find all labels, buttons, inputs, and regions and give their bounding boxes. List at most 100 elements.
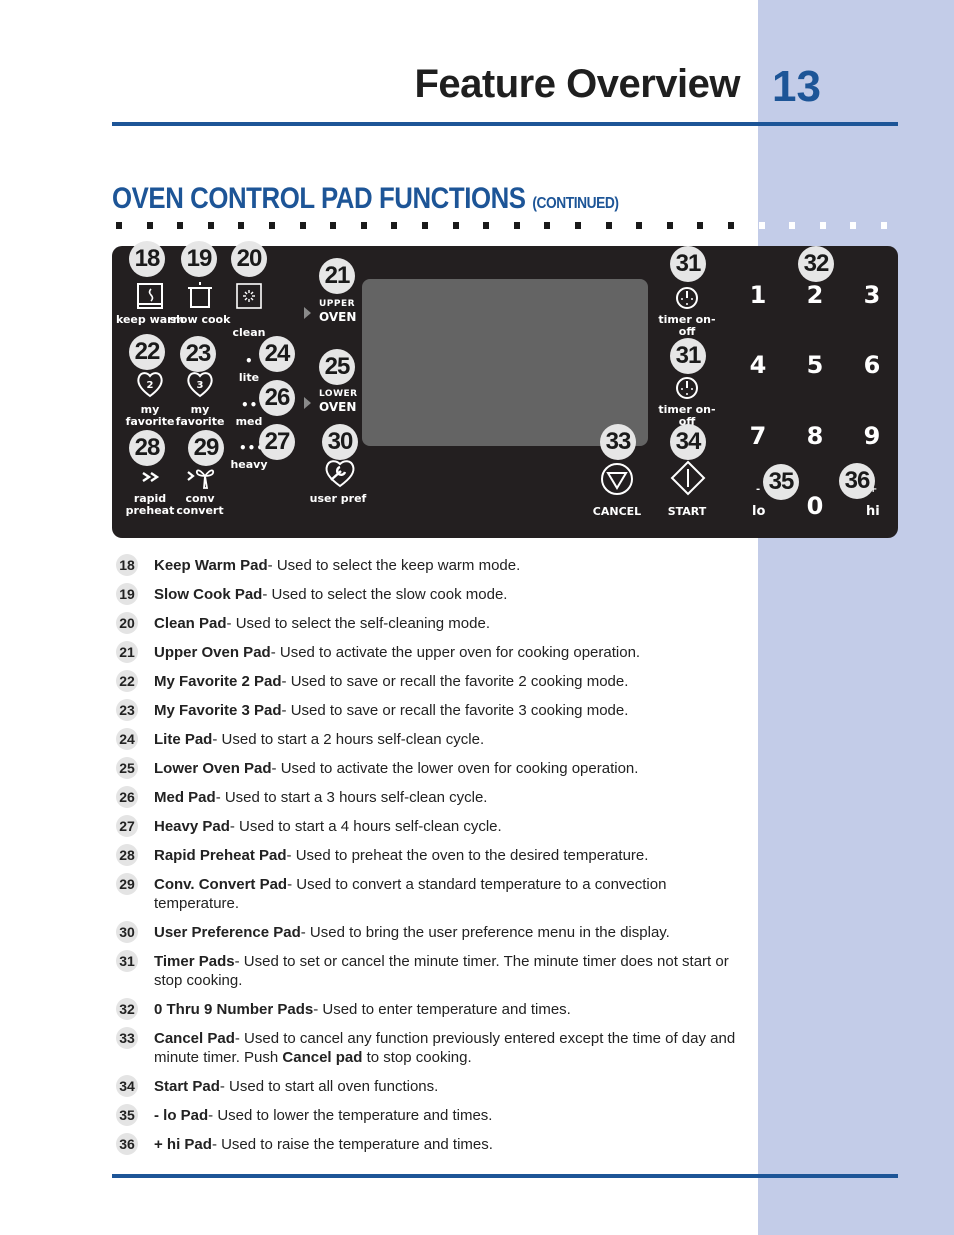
keep-warm-icon[interactable]: [136, 282, 164, 315]
item-description: - Used to set or cancel the minute timer…: [154, 953, 729, 989]
keypad-0[interactable]: 0: [800, 492, 830, 520]
clean-icon[interactable]: [235, 282, 263, 315]
divider-dot: [758, 222, 765, 229]
keypad-2[interactable]: 2: [800, 281, 830, 309]
list-item: 29 Conv. Convert Pad- Used to convert a s…: [116, 873, 746, 913]
keypad-5[interactable]: 5: [800, 351, 830, 379]
pad-function-list: 18 Keep Warm Pad- Used to select the keep…: [116, 554, 746, 1164]
divider-dot: [544, 222, 551, 229]
list-item: 22 My Favorite 2 Pad- Used to save or rec…: [116, 670, 746, 692]
cancel-label[interactable]: CANCEL: [582, 506, 652, 518]
callout-30: 30: [322, 424, 358, 460]
hi-label[interactable]: hi: [866, 504, 880, 519]
keypad-7[interactable]: 7: [743, 422, 773, 450]
item-description: - Used to select the keep warm mode.: [267, 557, 521, 574]
item-name: + hi Pad: [154, 1136, 212, 1153]
list-item: 32 0 Thru 9 Number Pads- Used to enter te…: [116, 998, 746, 1020]
item-emphasis: Cancel pad: [282, 1049, 363, 1066]
favorite-3-heart-icon[interactable]: 3: [185, 370, 215, 403]
item-number-badge: 36: [116, 1133, 138, 1155]
favorite-2-heart-icon[interactable]: 2: [135, 370, 165, 403]
timer-1-label: timer on-off: [658, 313, 716, 338]
lower-oven-label[interactable]: OVEN: [319, 400, 356, 414]
keypad-9[interactable]: 9: [857, 422, 887, 450]
callout-29: 29: [188, 430, 224, 466]
item-description-cont: to stop cooking.: [362, 1049, 472, 1066]
item-number-badge: 32: [116, 998, 138, 1020]
page-title: Feature Overview: [414, 62, 741, 106]
start-label[interactable]: START: [652, 506, 722, 518]
callout-28: 28: [129, 430, 165, 466]
list-item: 26 Med Pad- Used to start a 3 hours self-…: [116, 786, 746, 808]
list-item: 33 Cancel Pad- Used to cancel any functio…: [116, 1027, 746, 1067]
item-number-badge: 26: [116, 786, 138, 808]
divider-dot: [819, 222, 826, 229]
conv-convert-label: conv convert: [176, 492, 224, 517]
divider-dot: [789, 222, 796, 229]
divider-dot: [330, 222, 337, 229]
list-item: 27 Heavy Pad- Used to start a 4 hours sel…: [116, 815, 746, 837]
item-number-badge: 29: [116, 873, 138, 895]
callout-32: 32: [798, 246, 834, 282]
start-icon[interactable]: [670, 460, 706, 501]
section-title: OVEN CONTROL PAD FUNCTIONS (CONTINUED): [112, 182, 619, 216]
item-number-badge: 35: [116, 1104, 138, 1126]
keypad-3[interactable]: 3: [857, 281, 887, 309]
item-description: - Used to start all oven functions.: [219, 1078, 439, 1095]
item-number-badge: 30: [116, 921, 138, 943]
heavy-label[interactable]: heavy: [214, 459, 284, 471]
list-item: 23 My Favorite 3 Pad- Used to save or rec…: [116, 699, 746, 721]
divider-dot: [697, 222, 704, 229]
section-continued: (CONTINUED): [532, 195, 619, 212]
callout-18: 18: [129, 241, 165, 277]
upper-oven-label[interactable]: OVEN: [319, 310, 356, 324]
item-name: Timer Pads: [154, 953, 235, 970]
item-name: Slow Cook Pad: [154, 586, 263, 603]
slow-cook-icon[interactable]: [186, 280, 214, 315]
item-name: 0 Thru 9 Number Pads: [154, 1001, 314, 1018]
item-description: - Used to select the self-cleaning mode.: [226, 615, 490, 632]
divider-dot: [881, 222, 887, 229]
divider-dot: [636, 222, 643, 229]
callout-23: 23: [180, 336, 216, 372]
item-name: Rapid Preheat Pad: [154, 847, 287, 864]
cancel-icon[interactable]: [600, 462, 634, 501]
item-description: - Used to enter temperature and times.: [313, 1001, 571, 1018]
callout-31-upper: 31: [670, 246, 706, 282]
item-description: - Used to select the slow cook mode.: [262, 586, 508, 603]
item-name: - lo Pad: [154, 1107, 209, 1124]
list-item: 19 Slow Cook Pad- Used to select the slow…: [116, 583, 746, 605]
user-pref-wrench-icon[interactable]: [323, 458, 357, 493]
rapid-preheat-icon[interactable]: [141, 470, 161, 489]
divider-dot: [360, 222, 367, 229]
timer-1-clock-icon[interactable]: [675, 286, 699, 315]
upper-oven-small-label: UPPER: [319, 299, 356, 309]
item-name: User Preference Pad: [154, 924, 301, 941]
sidebar-band: [758, 0, 954, 1235]
item-description: - Used to raise the temperature and time…: [211, 1136, 493, 1153]
divider-dot: [269, 222, 275, 229]
item-name: My Favorite 3 Pad: [154, 702, 282, 719]
item-number-badge: 21: [116, 641, 138, 663]
keypad-4[interactable]: 4: [743, 351, 773, 379]
item-name: Lower Oven Pad: [154, 760, 272, 777]
conv-convert-fan-icon[interactable]: [186, 464, 218, 495]
list-item: 34 Start Pad- Used to start all oven func…: [116, 1075, 746, 1097]
list-item: 18 Keep Warm Pad- Used to select the keep…: [116, 554, 746, 576]
item-description: - Used to activate the lower oven for co…: [271, 760, 639, 777]
list-item: 35 - lo Pad- Used to lower the temperatur…: [116, 1104, 746, 1126]
item-number-badge: 19: [116, 583, 138, 605]
keypad-6[interactable]: 6: [857, 351, 887, 379]
timer-2-clock-icon[interactable]: [675, 376, 699, 405]
divider-dot: [299, 222, 306, 229]
item-name: Keep Warm Pad: [154, 557, 268, 574]
slow-cook-label: slow cook: [169, 313, 231, 326]
list-item: 28 Rapid Preheat Pad- Used to preheat the…: [116, 844, 746, 866]
lo-label[interactable]: lo: [752, 504, 765, 519]
divider-dot: [575, 222, 581, 229]
item-number-badge: 33: [116, 1027, 138, 1049]
keypad-1[interactable]: 1: [743, 281, 773, 309]
callout-27: 27: [259, 424, 295, 460]
list-item: 21 Upper Oven Pad- Used to activate the u…: [116, 641, 746, 663]
keypad-8[interactable]: 8: [800, 422, 830, 450]
